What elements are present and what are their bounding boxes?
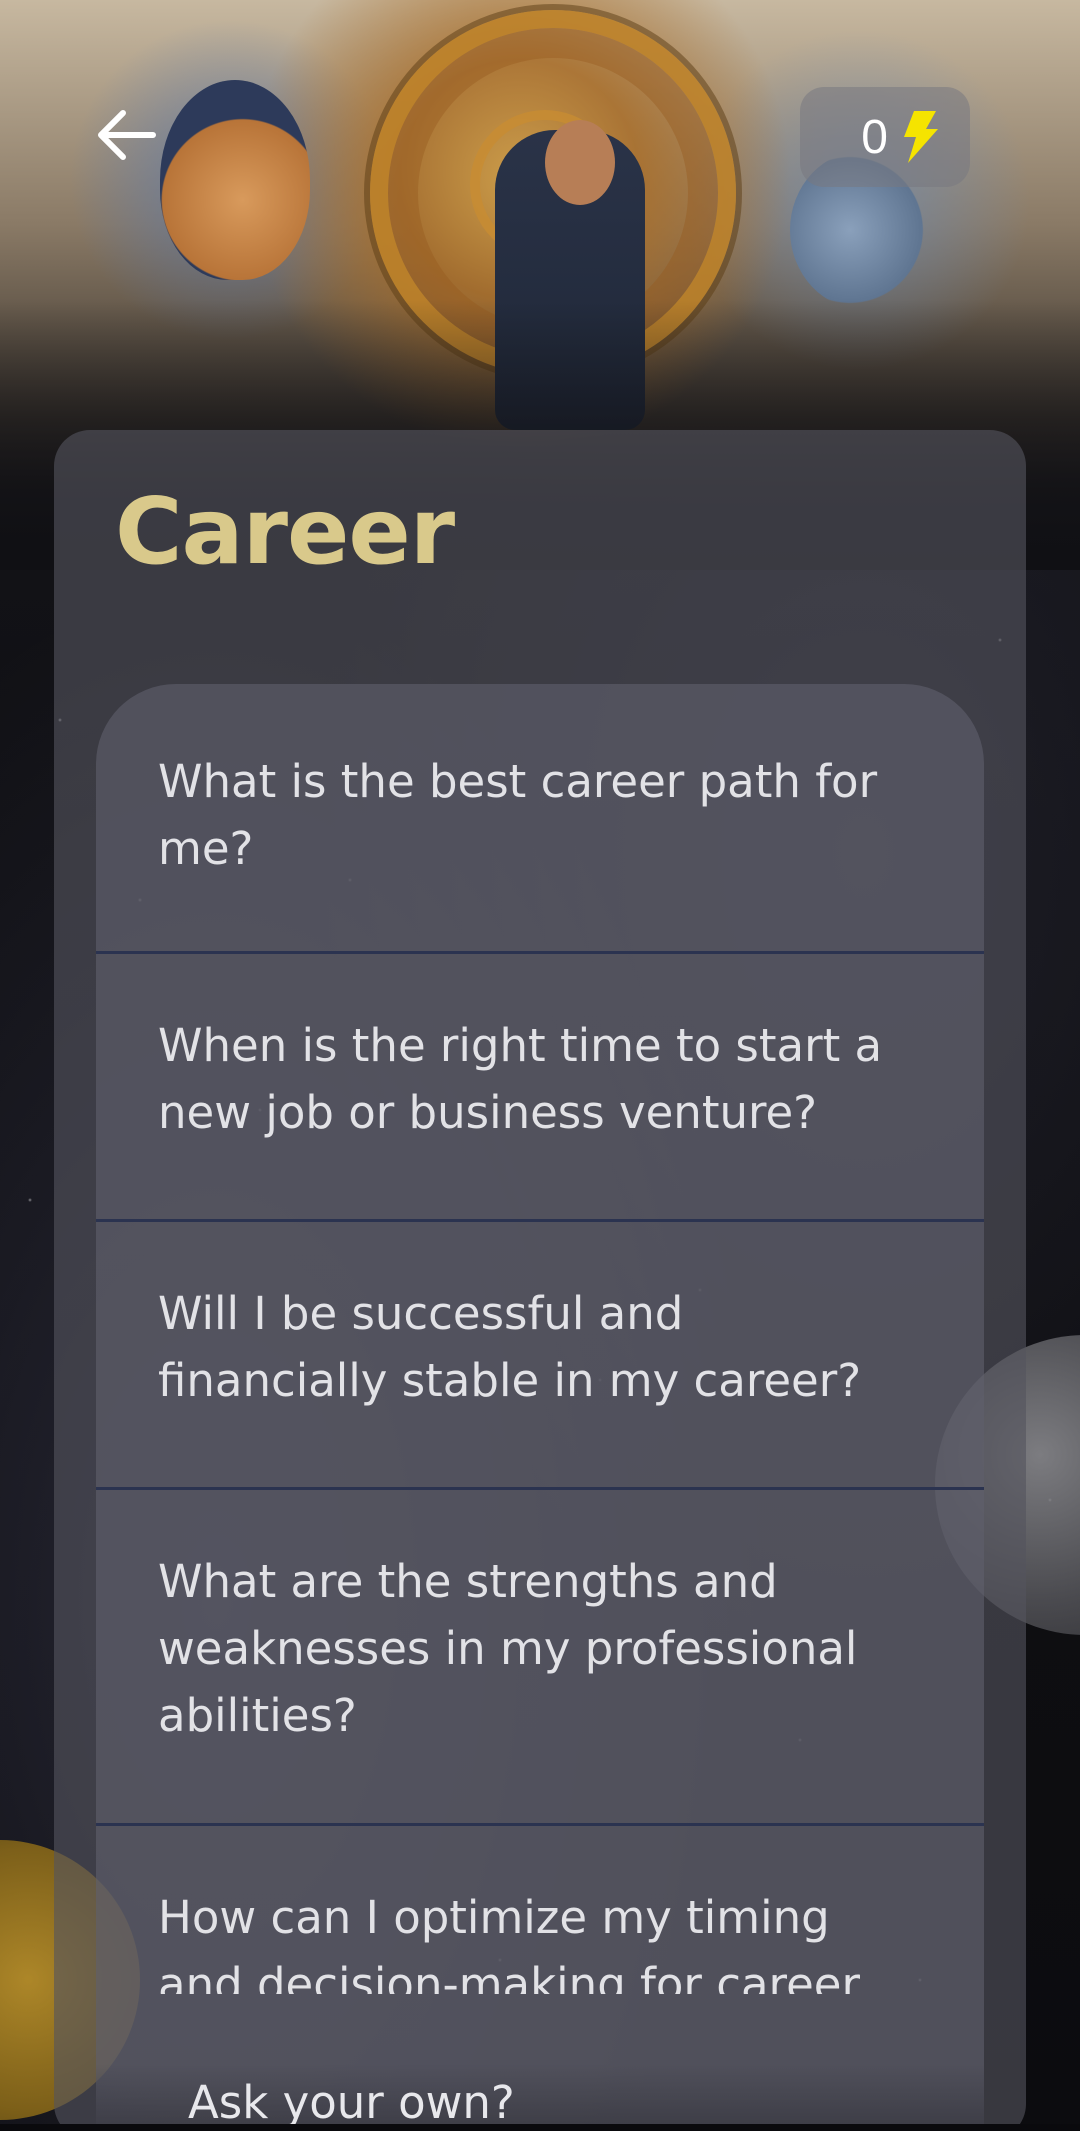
question-text: What is the best career path for me? xyxy=(158,755,878,875)
question-text: What are the strengths and weaknesses in… xyxy=(158,1555,858,1742)
question-text: Will I be successful and financially sta… xyxy=(158,1287,862,1407)
question-item[interactable]: When is the right time to start a new jo… xyxy=(96,954,984,1222)
question-list[interactable]: What is the best career path for me? Whe… xyxy=(96,684,984,2131)
question-text: When is the right time to start a new jo… xyxy=(158,1019,883,1139)
question-item[interactable]: Will I be successful and financially sta… xyxy=(96,1222,984,1490)
question-item[interactable]: How can I optimize my timing and decisio… xyxy=(96,1826,984,2026)
ask-your-own-button[interactable]: Ask your own? xyxy=(188,2076,515,2129)
question-text: How can I optimize my timing and decisio… xyxy=(158,1891,860,1994)
page-title: Career xyxy=(115,478,455,585)
credits-count: 0 xyxy=(861,110,888,164)
businessman-head-illustration xyxy=(545,120,615,205)
back-button[interactable] xyxy=(90,105,160,165)
question-item[interactable]: What is the best career path for me? xyxy=(96,684,984,954)
credits-badge[interactable]: 0 xyxy=(800,87,970,187)
arrow-left-icon xyxy=(98,110,156,160)
question-item[interactable]: What are the strengths and weaknesses in… xyxy=(96,1490,984,1826)
career-screen: 0 Career What is the best career path fo… xyxy=(0,0,1080,2131)
bottom-edge xyxy=(0,2124,1080,2131)
woman-figure-illustration xyxy=(160,80,310,280)
lightning-bolt-icon xyxy=(904,111,938,163)
